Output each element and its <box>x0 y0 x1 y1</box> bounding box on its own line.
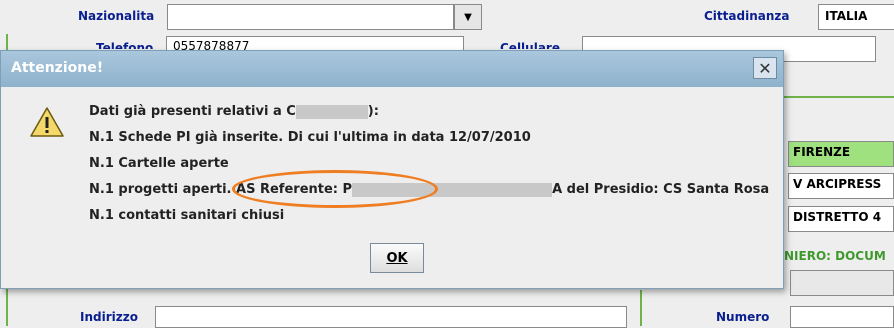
right-panel-border <box>784 96 894 98</box>
highlight-oval <box>232 170 438 208</box>
warning-icon <box>30 107 64 137</box>
attention-dialog: Attenzione! ✕ Dati già presenti relativi… <box>0 50 784 289</box>
close-icon: ✕ <box>758 58 772 78</box>
distretto-field[interactable]: DISTRETTO 4 <box>788 206 894 232</box>
indirizzo-field[interactable] <box>155 306 627 328</box>
ok-button[interactable]: OK <box>370 243 424 273</box>
dialog-title: Attenzione! <box>11 60 104 76</box>
dialog-titlebar[interactable]: Attenzione! ✕ <box>1 51 783 87</box>
nazionalita-combo[interactable] <box>167 4 454 30</box>
message-line-3: N.1 Cartelle aperte <box>89 156 229 171</box>
line4-suffix: A del Presidio: CS Santa Rosa <box>552 182 770 197</box>
numero-field[interactable] <box>790 306 894 328</box>
line1-suffix: ): <box>367 104 379 119</box>
nazionalita-label: Nazionalita <box>78 9 155 23</box>
message-line-5: N.1 contatti sanitari chiusi <box>89 208 285 223</box>
message-line-1: Dati già presenti relativi a C): <box>89 104 379 119</box>
documento-label: NIERO: DOCUM <box>784 249 886 263</box>
redacted-name <box>295 104 368 119</box>
line1-prefix: Dati già presenti relativi a C <box>89 104 296 119</box>
cittadinanza-field[interactable]: ITALIA <box>818 4 894 30</box>
indirizzo-res-field[interactable]: V ARCIPRESS <box>788 173 894 199</box>
form-divider-line <box>640 290 642 326</box>
comune-field[interactable]: FIRENZE <box>788 141 894 167</box>
cittadinanza-label: Cittadinanza <box>704 9 790 23</box>
indirizzo-label: Indirizzo <box>80 310 138 324</box>
telefono-label: Telefono <box>96 41 154 49</box>
close-button[interactable]: ✕ <box>753 57 777 79</box>
numero-label: Numero <box>716 310 770 324</box>
documento-field[interactable] <box>790 270 894 296</box>
nazionalita-dropdown-arrow[interactable]: ▼ <box>454 4 482 30</box>
line4-prefix: N.1 progetti aperti. <box>89 182 232 197</box>
message-line-2: N.1 Schede PI già inserite. Di cui l'ult… <box>89 130 531 145</box>
cellulare-label: Cellulare <box>500 41 560 49</box>
